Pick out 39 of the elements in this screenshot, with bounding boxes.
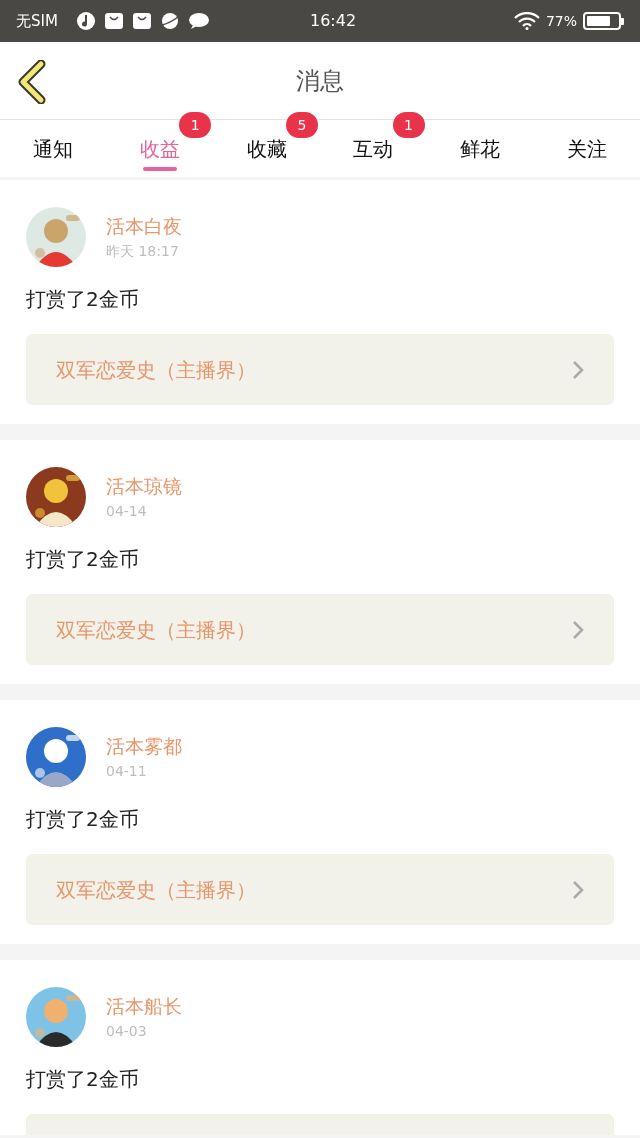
battery-percent: 77%: [545, 11, 577, 31]
story-link-card[interactable]: 双军恋爱史（主播界）: [26, 594, 614, 665]
story-link-card[interactable]: 双军恋爱史（主播界）: [26, 334, 614, 405]
carrier-label: 无SIM: [16, 10, 59, 32]
message-text: 打赏了2金币: [26, 1067, 140, 1091]
tab[interactable]: 通知: [0, 120, 107, 177]
message-time: 04-14: [106, 502, 148, 521]
message-text: 打赏了2金币: [26, 807, 140, 831]
story-title: 双军恋爱史（主播界）: [56, 616, 256, 644]
music-note-icon: [76, 11, 96, 31]
battery-icon: [583, 12, 624, 30]
message-time: 昨天 18:17: [106, 242, 180, 261]
story-title: 双军恋爱史（主播界）: [56, 876, 256, 904]
message-text: 打赏了2金币: [26, 287, 140, 311]
back-button[interactable]: [16, 60, 48, 104]
message-text: 打赏了2金币: [26, 547, 140, 571]
message-time: 04-03: [106, 1022, 148, 1041]
count-badge: 1: [179, 112, 212, 138]
user-name[interactable]: 活本琼镜: [106, 473, 182, 499]
tab[interactable]: 鲜花: [426, 120, 534, 177]
count-badge: 5: [285, 112, 318, 138]
story-link-card[interactable]: 双军恋爱史（主播界）: [26, 854, 614, 925]
message-time: 04-11: [106, 762, 148, 781]
bag-icon: [104, 11, 124, 31]
story-title: 双军恋爱史（主播界）: [56, 356, 256, 384]
chat-bubble-icon: [188, 12, 210, 30]
tab[interactable]: 关注: [533, 120, 640, 177]
bag-icon: [132, 11, 152, 31]
count-badge: 1: [392, 112, 425, 138]
page-title: 消息: [296, 65, 344, 97]
clock-time: 16:42: [310, 10, 357, 32]
chevron-right-icon: [572, 359, 584, 380]
chevron-right-icon: [572, 619, 584, 640]
planet-icon: [160, 11, 180, 31]
user-name[interactable]: 活本雾都: [106, 733, 182, 759]
chevron-right-icon: [572, 879, 584, 900]
user-name[interactable]: 活本船长: [106, 993, 182, 1019]
wifi-icon: [513, 12, 540, 30]
user-name[interactable]: 活本白夜: [106, 213, 182, 239]
